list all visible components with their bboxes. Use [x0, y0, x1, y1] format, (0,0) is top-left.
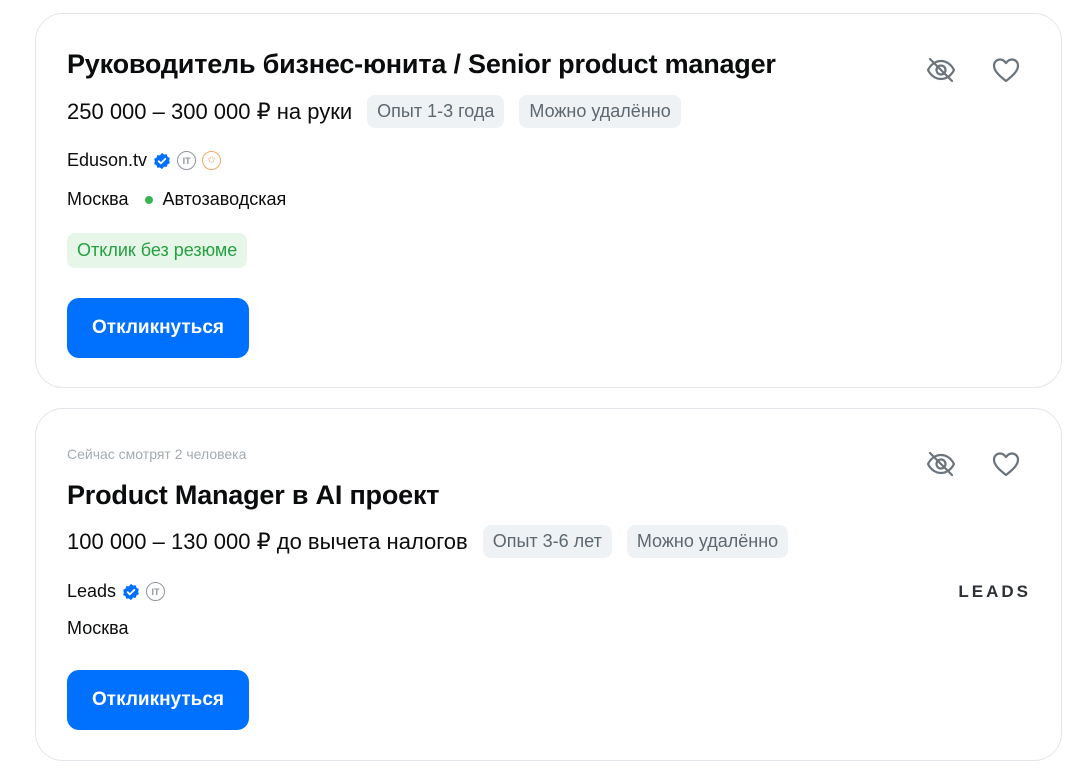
metro-station: Автозаводская	[162, 189, 287, 209]
company-row: Eduson.tv IT ✩	[67, 150, 222, 171]
eye-off-icon	[926, 451, 956, 477]
city: Москва	[67, 618, 129, 638]
company-name[interactable]: Leads	[67, 581, 116, 602]
no-resume-chip: Отклик без резюме	[67, 233, 248, 268]
salary-row: 250 000 – 300 000 ₽ на руки Опыт 1-3 год…	[67, 95, 696, 128]
viewers-count: Сейчас смотрят 2 человека	[67, 446, 247, 462]
favorite-button[interactable]	[988, 52, 1024, 88]
heart-icon	[992, 58, 1020, 83]
remote-chip: Можно удалённо	[626, 525, 789, 558]
experience-chip: Опыт 1-3 года	[367, 95, 505, 128]
experience-chip: Опыт 3-6 лет	[482, 525, 612, 558]
vacancy-card[interactable]: Руководитель бизнес-юнита / Senior produ…	[35, 13, 1062, 388]
company-row: Leads IT	[67, 581, 166, 602]
salary: 250 000 – 300 000 ₽ на руки	[67, 98, 353, 124]
hide-vacancy-button[interactable]	[923, 446, 959, 482]
hide-vacancy-button[interactable]	[923, 52, 959, 88]
location-row: Москва	[67, 618, 128, 639]
eye-off-icon	[926, 57, 956, 83]
salary: 100 000 – 130 000 ₽ до вычета налогов	[67, 528, 468, 554]
it-accredited-icon[interactable]: IT	[177, 151, 197, 170]
favorite-button[interactable]	[988, 446, 1024, 482]
it-accredited-icon[interactable]: IT	[146, 582, 166, 601]
verified-icon[interactable]	[153, 152, 171, 170]
city: Москва	[67, 189, 129, 209]
company-logo[interactable]: LEADS	[958, 582, 1031, 602]
vacancy-card[interactable]: Сейчас смотрят 2 человека Product Manage…	[35, 408, 1062, 761]
salary-row: 100 000 – 130 000 ₽ до вычета налогов Оп…	[67, 525, 803, 558]
respond-button[interactable]: Откликнуться	[67, 298, 249, 358]
company-name[interactable]: Eduson.tv	[67, 150, 147, 171]
verified-icon[interactable]	[122, 583, 140, 601]
vacancy-title[interactable]: Руководитель бизнес-юнита / Senior produ…	[67, 49, 776, 80]
heart-icon	[992, 452, 1020, 477]
metro-line-dot-icon	[145, 195, 154, 204]
vacancy-title[interactable]: Product Manager в AI проект	[67, 480, 439, 511]
respond-button[interactable]: Откликнуться	[67, 670, 249, 730]
award-icon[interactable]: ✩	[202, 151, 222, 170]
remote-chip: Можно удалённо	[519, 95, 681, 128]
location-row: Москва Автозаводская	[67, 189, 286, 210]
